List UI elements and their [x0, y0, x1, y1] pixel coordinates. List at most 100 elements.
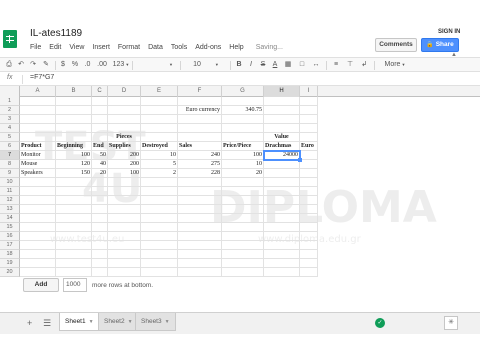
cell-d2[interactable] [108, 106, 141, 115]
menu-file[interactable]: File [30, 44, 41, 51]
cell-d16[interactable] [108, 232, 141, 241]
align-left-icon[interactable]: ≡ [330, 59, 342, 71]
cell-c13[interactable] [92, 205, 108, 214]
cell-e15[interactable] [141, 223, 178, 232]
cell-e8[interactable]: 5 [141, 160, 178, 169]
cell-f14[interactable] [178, 214, 222, 223]
cell-b13[interactable] [56, 205, 92, 214]
row-header-7[interactable]: 7 [0, 151, 20, 160]
font-size-dropdown[interactable]: 10 ▼ [186, 59, 226, 71]
cell-i6[interactable]: Euro [300, 142, 318, 151]
cell-f2[interactable]: Euro currency [178, 106, 222, 115]
cell-i13[interactable] [300, 205, 318, 214]
cell-b5[interactable] [56, 133, 92, 142]
cell-a6[interactable]: Product [20, 142, 56, 151]
cell-b12[interactable] [56, 196, 92, 205]
cell-a17[interactable] [20, 241, 56, 250]
cell-h1[interactable] [264, 97, 300, 106]
redo-icon[interactable]: ↷ [28, 59, 38, 71]
cell-d12[interactable] [108, 196, 141, 205]
cell-f8[interactable]: 275 [178, 160, 222, 169]
cell-h15[interactable] [264, 223, 300, 232]
cell-g6[interactable]: Price/Piece [222, 142, 264, 151]
row-header-19[interactable]: 19 [0, 259, 20, 268]
paint-format-icon[interactable]: ✎ [41, 59, 51, 71]
cell-e5[interactable] [141, 133, 178, 142]
cell-a1[interactable] [20, 97, 56, 106]
all-sheets-icon[interactable]: ☰ [43, 318, 51, 329]
cell-b17[interactable] [56, 241, 92, 250]
cell-f5[interactable] [178, 133, 222, 142]
cell-e18[interactable] [141, 250, 178, 259]
cell-d17[interactable] [108, 241, 141, 250]
fill-color-icon[interactable]: ▦ [282, 59, 294, 71]
cell-d13[interactable] [108, 205, 141, 214]
cell-g12[interactable] [222, 196, 264, 205]
cell-g7[interactable]: 100 [222, 151, 264, 160]
cell-c8[interactable]: 40 [92, 160, 108, 169]
row-header-6[interactable]: 6 [0, 142, 20, 151]
cell-b7[interactable]: 100 [56, 151, 92, 160]
cell-f19[interactable] [178, 259, 222, 268]
cell-g17[interactable] [222, 241, 264, 250]
cell-d5[interactable]: Pieces [108, 133, 141, 142]
menu-insert[interactable]: Insert [92, 44, 110, 51]
cell-a16[interactable] [20, 232, 56, 241]
cell-d18[interactable] [108, 250, 141, 259]
cell-g11[interactable] [222, 187, 264, 196]
cell-g9[interactable]: 20 [222, 169, 264, 178]
text-wrap-icon[interactable]: ↲ [358, 59, 370, 71]
currency-format-button[interactable]: $ [58, 59, 68, 71]
sign-in-link[interactable]: SIGN IN [438, 29, 460, 35]
cell-e13[interactable] [141, 205, 178, 214]
cell-i1[interactable] [300, 97, 318, 106]
cell-h16[interactable] [264, 232, 300, 241]
row-header-9[interactable]: 9 [0, 169, 20, 178]
cell-h8[interactable] [264, 160, 300, 169]
cell-g14[interactable] [222, 214, 264, 223]
cell-h3[interactable] [264, 115, 300, 124]
font-family-dropdown[interactable]: ▼ [136, 59, 176, 71]
document-title[interactable]: IL-ates1189 [30, 28, 82, 39]
cell-f17[interactable] [178, 241, 222, 250]
cell-f4[interactable] [178, 124, 222, 133]
more-button[interactable]: More ▼ [380, 59, 410, 71]
italic-button[interactable]: I [246, 59, 256, 71]
cell-h9[interactable] [264, 169, 300, 178]
increase-decimal-button[interactable]: .00 [95, 59, 109, 71]
row-header-8[interactable]: 8 [0, 160, 20, 169]
cell-f13[interactable] [178, 205, 222, 214]
menu-addons[interactable]: Add-ons [195, 44, 221, 51]
cell-d3[interactable] [108, 115, 141, 124]
cell-f1[interactable] [178, 97, 222, 106]
cell-a11[interactable] [20, 187, 56, 196]
cell-d8[interactable]: 200 [108, 160, 141, 169]
row-header-4[interactable]: 4 [0, 124, 20, 133]
cell-c9[interactable]: 20 [92, 169, 108, 178]
cell-d10[interactable] [108, 178, 141, 187]
add-rows-button[interactable]: Add [23, 278, 59, 292]
explore-icon[interactable]: ✳ [444, 316, 458, 330]
column-header-f[interactable]: F [178, 86, 222, 97]
cell-a8[interactable]: Mouse [20, 160, 56, 169]
row-header-3[interactable]: 3 [0, 115, 20, 124]
cell-g8[interactable]: 10 [222, 160, 264, 169]
cell-g15[interactable] [222, 223, 264, 232]
row-header-15[interactable]: 15 [0, 223, 20, 232]
undo-icon[interactable]: ↶ [16, 59, 26, 71]
cell-h13[interactable] [264, 205, 300, 214]
cell-b3[interactable] [56, 115, 92, 124]
column-header-i[interactable]: I [300, 86, 318, 97]
row-header-2[interactable]: 2 [0, 106, 20, 115]
cell-d4[interactable] [108, 124, 141, 133]
cell-f11[interactable] [178, 187, 222, 196]
cell-i2[interactable] [300, 106, 318, 115]
print-icon[interactable]: ⎙ [4, 59, 14, 71]
menu-tools[interactable]: Tools [171, 44, 187, 51]
cell-a10[interactable] [20, 178, 56, 187]
bold-button[interactable]: B [234, 59, 244, 71]
cell-e3[interactable] [141, 115, 178, 124]
menu-view[interactable]: View [69, 44, 84, 51]
sheets-logo-icon[interactable] [3, 30, 17, 48]
cell-h5[interactable]: Value [264, 133, 300, 142]
